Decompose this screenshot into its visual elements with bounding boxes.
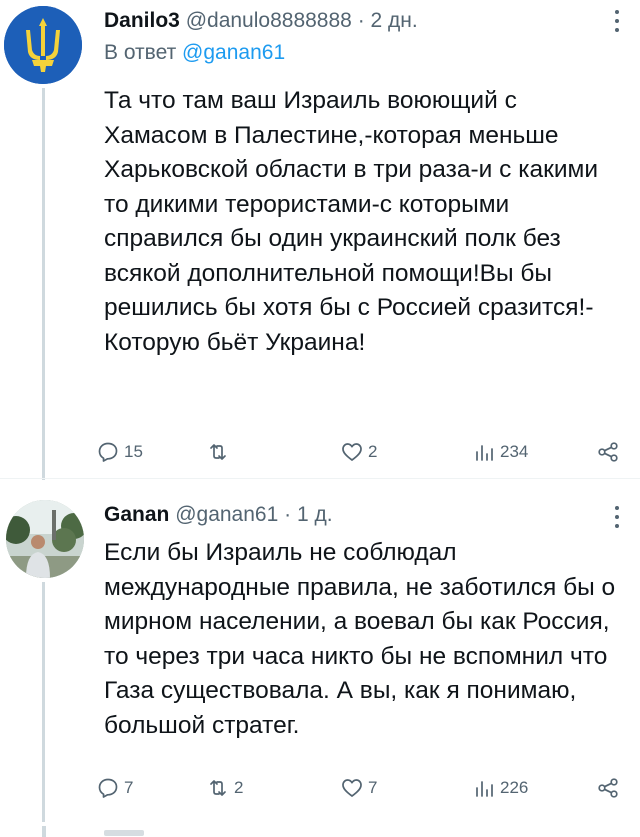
reply-context: В ответ @ganan61 bbox=[104, 40, 285, 66]
like-button[interactable]: 2 bbox=[340, 437, 377, 467]
reply-icon bbox=[98, 442, 118, 462]
tweet-header: Danilo3 @danulo8888888 · 2 дн. bbox=[104, 8, 418, 34]
author-handle[interactable]: @ganan61 bbox=[175, 503, 278, 526]
repost-button[interactable]: 2 bbox=[206, 773, 243, 803]
next-tweet-header-fragment bbox=[104, 830, 144, 836]
like-count: 2 bbox=[368, 442, 378, 461]
tweet-ganan[interactable]: Ganan @ganan61 · 1 д. Если бы Израиль не… bbox=[0, 480, 640, 837]
views-count: 234 bbox=[500, 442, 529, 461]
action-bar: 7 2 7 226 bbox=[96, 773, 636, 803]
more-options-icon[interactable] bbox=[614, 504, 620, 530]
reply-count: 7 bbox=[124, 778, 134, 797]
thread-line bbox=[42, 88, 45, 480]
share-icon bbox=[598, 778, 618, 798]
avatar-photo-icon[interactable] bbox=[6, 500, 84, 578]
reply-count: 15 bbox=[124, 442, 143, 461]
tweet-header: Ganan @ganan61 · 1 д. bbox=[104, 502, 333, 528]
views-button[interactable]: 226 bbox=[472, 773, 528, 803]
reply-button[interactable]: 7 bbox=[96, 773, 133, 803]
repost-count: 2 bbox=[234, 778, 244, 797]
thread-line bbox=[42, 582, 45, 822]
next-thread-line bbox=[42, 826, 46, 837]
share-icon bbox=[598, 442, 618, 462]
action-bar: 15 2 234 bbox=[96, 437, 636, 467]
reply-button[interactable]: 15 bbox=[96, 437, 143, 467]
repost-icon bbox=[210, 780, 226, 796]
views-button[interactable]: 234 bbox=[472, 437, 528, 467]
views-chart-icon bbox=[476, 445, 493, 461]
author-handle[interactable]: @danulo8888888 bbox=[186, 9, 352, 32]
reply-icon bbox=[98, 778, 118, 798]
reply-prefix: В ответ bbox=[104, 41, 177, 64]
tweet-text: Если бы Израиль не соблюдал международны… bbox=[104, 539, 616, 739]
like-count: 7 bbox=[368, 778, 378, 797]
views-chart-icon bbox=[476, 781, 493, 797]
repost-button[interactable] bbox=[206, 437, 234, 467]
more-options-icon[interactable] bbox=[614, 8, 620, 34]
avatar-trident-icon[interactable] bbox=[4, 6, 82, 84]
tweet-time[interactable]: 2 дн. bbox=[371, 9, 418, 32]
separator-dot: · bbox=[284, 503, 292, 526]
tweet-time[interactable]: 1 д. bbox=[297, 503, 333, 526]
heart-icon bbox=[342, 443, 362, 461]
share-button[interactable] bbox=[596, 437, 620, 467]
share-button[interactable] bbox=[596, 773, 620, 803]
author-name[interactable]: Ganan bbox=[104, 503, 169, 526]
tweet-text: Та что там ваш Израиль воюющий с Хамасом… bbox=[104, 87, 599, 356]
like-button[interactable]: 7 bbox=[340, 773, 377, 803]
heart-icon bbox=[342, 779, 362, 797]
author-name[interactable]: Danilo3 bbox=[104, 9, 180, 32]
reply-to-link[interactable]: @ganan61 bbox=[182, 41, 285, 64]
tweet-danilo3[interactable]: Danilo3 @danulo8888888 · 2 дн. В ответ @… bbox=[0, 0, 640, 480]
repost-icon bbox=[210, 444, 226, 460]
tweet-divider bbox=[0, 478, 640, 479]
views-count: 226 bbox=[500, 778, 529, 797]
separator-dot: · bbox=[357, 9, 365, 32]
